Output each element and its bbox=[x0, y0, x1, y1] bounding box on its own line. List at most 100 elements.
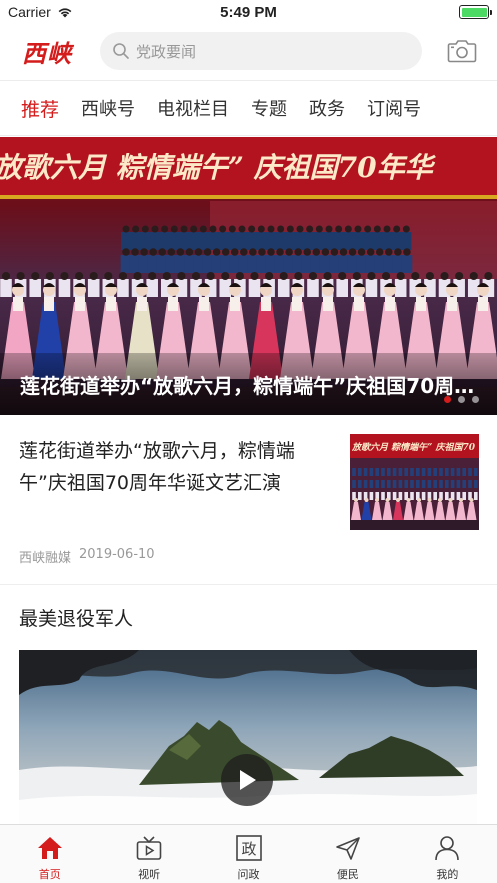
camera-button[interactable] bbox=[445, 36, 479, 66]
choir-head bbox=[203, 248, 212, 256]
choir-head bbox=[185, 248, 194, 256]
choir-head bbox=[190, 225, 198, 233]
section-title: 最美退役军人 bbox=[19, 608, 134, 630]
choir-head bbox=[373, 225, 381, 233]
choir-head bbox=[176, 248, 185, 256]
thumb-choir-member bbox=[416, 480, 420, 488]
user-icon bbox=[432, 833, 462, 863]
choir-head bbox=[194, 248, 203, 256]
choir-member bbox=[275, 232, 286, 250]
choir-head bbox=[221, 248, 230, 256]
choir-head bbox=[323, 271, 332, 281]
performer-bodice bbox=[478, 297, 488, 311]
choir-member bbox=[333, 232, 344, 250]
choir-head bbox=[16, 271, 25, 281]
performer-bodice bbox=[137, 297, 147, 311]
thumb-choir-member bbox=[369, 480, 374, 488]
choir-head bbox=[312, 248, 321, 256]
choir-head bbox=[1, 271, 11, 281]
choir-member bbox=[248, 279, 261, 297]
choir-member bbox=[394, 279, 407, 297]
thumb-performer-head bbox=[427, 498, 432, 502]
thumb-choir-member bbox=[363, 468, 368, 476]
play-button[interactable] bbox=[221, 754, 273, 806]
search-icon bbox=[113, 43, 129, 59]
thumb-choir-member bbox=[421, 480, 426, 488]
thumb-choir-member bbox=[404, 468, 408, 476]
choir-member bbox=[237, 232, 247, 250]
choir-head bbox=[381, 271, 391, 281]
choir-head bbox=[238, 225, 246, 233]
choir-member bbox=[146, 279, 158, 297]
choir-head bbox=[212, 248, 221, 256]
thumb-choir-member bbox=[450, 480, 455, 488]
carousel-dot[interactable] bbox=[472, 396, 479, 403]
thumb-choir-member bbox=[404, 480, 408, 488]
nav-profile[interactable]: 我的 bbox=[398, 825, 497, 883]
choir-head bbox=[199, 225, 207, 233]
choir-head bbox=[469, 271, 478, 281]
thumb-choir-member bbox=[456, 468, 461, 476]
tab-tv-programs[interactable]: 电视栏目 bbox=[146, 95, 240, 121]
thumb-choir-member bbox=[352, 468, 356, 476]
choir-member bbox=[304, 232, 315, 250]
choir-head bbox=[303, 248, 312, 256]
choir-member bbox=[372, 232, 383, 250]
tab-topics[interactable]: 专题 bbox=[240, 95, 298, 121]
thumb-choir-member bbox=[474, 492, 478, 500]
choir-head bbox=[367, 271, 376, 281]
choir-head bbox=[455, 271, 464, 281]
tab-subscriptions[interactable]: 订阅号 bbox=[356, 95, 432, 121]
choir-member bbox=[169, 232, 180, 250]
status-bar: Carrier 5:49 PM bbox=[0, 0, 497, 24]
thumb-choir-member bbox=[445, 492, 449, 500]
choir-head bbox=[425, 271, 434, 281]
thumb-choir-member bbox=[387, 480, 391, 488]
choir-member bbox=[227, 232, 238, 250]
choir-head bbox=[348, 248, 357, 256]
choir-head bbox=[325, 225, 333, 233]
choir-member bbox=[219, 279, 232, 297]
news-list-item[interactable]: 莲花街道举办“放歌六月，粽情端午”庆祖国70周年华诞文艺汇演 西峡融媒 2019… bbox=[0, 415, 497, 585]
nav-inquiry[interactable]: 政 问政 bbox=[199, 825, 298, 883]
choir-head bbox=[180, 225, 188, 233]
choir-head bbox=[277, 225, 285, 233]
search-placeholder: 党政要闻 bbox=[136, 42, 197, 61]
nav-home[interactable]: 首页 bbox=[0, 825, 99, 883]
thumb-choir-member bbox=[369, 492, 374, 500]
choir-head bbox=[31, 271, 40, 281]
choir-head bbox=[122, 248, 130, 256]
news-thumbnail-image: 放歌六月 粽情端午” 庆祖国70 bbox=[350, 434, 479, 530]
thumb-performer-head bbox=[469, 498, 474, 502]
choir-head bbox=[385, 248, 393, 256]
carousel-dot[interactable] bbox=[458, 396, 465, 403]
performer-bodice bbox=[416, 297, 426, 311]
performer-bodice bbox=[261, 297, 271, 311]
thumb-performer-head bbox=[417, 498, 421, 502]
thumb-choir-member bbox=[462, 492, 466, 500]
choir-head bbox=[162, 271, 171, 281]
choir-head bbox=[206, 271, 215, 281]
choir-head bbox=[396, 271, 405, 281]
choir-head bbox=[440, 271, 449, 281]
wifi-icon bbox=[58, 8, 72, 18]
choir-head bbox=[265, 271, 274, 281]
choir-head bbox=[60, 271, 69, 281]
video-card[interactable] bbox=[19, 650, 477, 824]
performer-bodice bbox=[447, 297, 457, 311]
choir-head bbox=[403, 248, 411, 256]
nav-media[interactable]: 视听 bbox=[99, 825, 198, 883]
search-input[interactable]: 党政要闻 bbox=[100, 32, 422, 70]
tab-recommend[interactable]: 推荐 bbox=[0, 95, 70, 122]
thumb-performer-head bbox=[396, 498, 400, 502]
choir-head bbox=[149, 248, 157, 256]
tab-government[interactable]: 政务 bbox=[298, 95, 356, 121]
performer-bodice bbox=[168, 297, 178, 311]
tab-xixia-account[interactable]: 西峡号 bbox=[70, 95, 146, 121]
choir-head bbox=[339, 248, 348, 256]
choir-head bbox=[306, 225, 314, 233]
performer-bodice bbox=[75, 297, 85, 311]
carousel-dot[interactable] bbox=[444, 396, 451, 403]
nav-services[interactable]: 便民 bbox=[298, 825, 397, 883]
banner-carousel[interactable]: 放歌六月 粽情端午” 庆祖国70年华 莲花街道举办“放歌六月，粽情端午”庆祖国7… bbox=[0, 137, 497, 415]
